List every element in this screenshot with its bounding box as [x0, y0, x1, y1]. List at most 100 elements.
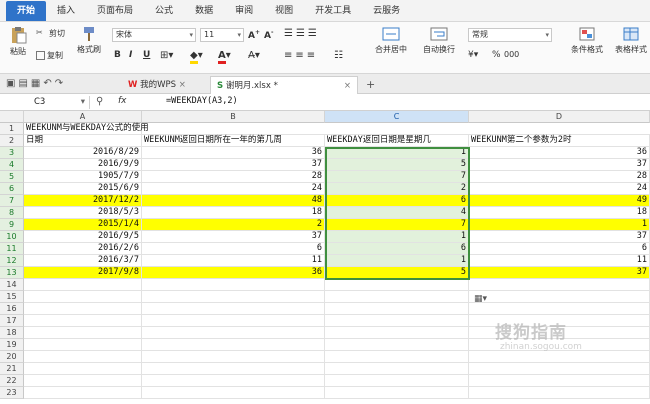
row-header-18[interactable]: 18 [0, 327, 24, 339]
row-header-12[interactable]: 12 [0, 255, 24, 267]
column-header-d[interactable]: D [469, 111, 650, 123]
select-all-corner[interactable] [0, 111, 24, 123]
row-header-5[interactable]: 5 [0, 171, 24, 183]
increase-font-button[interactable]: A+ [248, 29, 260, 41]
column-header-b[interactable]: B [142, 111, 325, 123]
decrease-font-button[interactable]: A- [264, 29, 273, 41]
align-top-group[interactable]: ☰☰☰ [284, 28, 320, 39]
data-cell[interactable]: 5 [325, 159, 469, 171]
row-header-23[interactable]: 23 [0, 387, 24, 399]
cell[interactable] [24, 291, 142, 303]
paste-options-icon[interactable]: ▦▾ [474, 294, 487, 304]
thousands-button[interactable]: 000 [504, 50, 519, 59]
cell[interactable] [142, 279, 325, 291]
menu-tab-formulas[interactable]: 公式 [144, 1, 184, 21]
data-cell[interactable]: 28 [469, 171, 650, 183]
formula-input[interactable]: =WEEKDAY(A3,2) [166, 96, 238, 106]
row-header-19[interactable]: 19 [0, 339, 24, 351]
data-cell[interactable]: 7 [325, 171, 469, 183]
cell[interactable] [325, 291, 469, 303]
cell[interactable] [24, 363, 142, 375]
new-tab-button[interactable]: + [360, 76, 381, 94]
cell[interactable] [325, 327, 469, 339]
conditional-format-button[interactable]: 条件格式 [564, 26, 610, 55]
format-painter-button[interactable]: 格式刷 [74, 26, 104, 55]
data-cell[interactable]: 36 [469, 147, 650, 159]
cell[interactable] [325, 339, 469, 351]
font-size-select[interactable]: 11 ▾ [200, 28, 244, 42]
cell[interactable] [469, 291, 650, 303]
data-cell[interactable]: 28 [142, 171, 325, 183]
data-cell[interactable]: 24 [142, 183, 325, 195]
tab-my-wps[interactable]: W 我的WPS × [122, 76, 192, 94]
cell[interactable] [325, 351, 469, 363]
name-box[interactable]: C3 ▾ [4, 96, 90, 109]
align-horizontal-group[interactable]: ≡≡≡ [284, 50, 318, 61]
cell[interactable] [469, 279, 650, 291]
data-cell[interactable]: 2016/9/5 [24, 231, 142, 243]
row-header-22[interactable]: 22 [0, 375, 24, 387]
data-cell[interactable]: 4 [325, 207, 469, 219]
cell[interactable] [142, 303, 325, 315]
data-cell[interactable]: 11 [469, 255, 650, 267]
row-header-1[interactable]: 1 [0, 123, 24, 135]
fx-icon[interactable]: fx [118, 96, 127, 106]
menu-tab-insert[interactable]: 插入 [46, 1, 86, 21]
header-cell[interactable]: WEEKDAY返回日期是星期几 [325, 135, 469, 147]
cell[interactable] [142, 339, 325, 351]
data-cell[interactable]: 37 [469, 231, 650, 243]
cell[interactable] [325, 279, 469, 291]
data-cell[interactable]: 37 [469, 267, 650, 279]
cell[interactable] [325, 315, 469, 327]
cell[interactable] [142, 123, 325, 135]
data-cell[interactable]: 18 [142, 207, 325, 219]
row-header-6[interactable]: 6 [0, 183, 24, 195]
data-cell[interactable]: 48 [142, 195, 325, 207]
menu-tab-developer[interactable]: 开发工具 [304, 1, 362, 21]
close-icon[interactable]: × [344, 77, 351, 95]
data-cell[interactable]: 37 [469, 159, 650, 171]
data-cell[interactable]: 2015/1/4 [24, 219, 142, 231]
row-header-3[interactable]: 3 [0, 147, 24, 159]
wrap-text-button[interactable]: 自动换行 [418, 26, 460, 55]
quick-access-toolbar[interactable]: ▣▤▦↶↷ [6, 78, 66, 89]
cell[interactable] [469, 123, 650, 135]
column-header-a[interactable]: A [24, 111, 142, 123]
column-header-c[interactable]: C [325, 111, 469, 123]
justify-button[interactable]: ☷ [334, 50, 343, 61]
cell[interactable] [24, 327, 142, 339]
merge-center-button[interactable]: 合并居中 [370, 26, 412, 55]
font-name-select[interactable]: 宋体 ▾ [112, 28, 196, 42]
row-header-9[interactable]: 9 [0, 219, 24, 231]
cell[interactable] [24, 387, 142, 399]
cell[interactable] [469, 363, 650, 375]
tab-current-file[interactable]: S 谢明月.xlsx * × [210, 76, 358, 94]
cell[interactable] [142, 315, 325, 327]
cell[interactable] [24, 279, 142, 291]
row-header-8[interactable]: 8 [0, 207, 24, 219]
data-cell[interactable]: 7 [325, 219, 469, 231]
zoom-icon[interactable]: ⚲ [96, 96, 103, 107]
currency-button[interactable]: ¥▾ [468, 50, 478, 60]
row-header-15[interactable]: 15 [0, 291, 24, 303]
cell[interactable] [142, 387, 325, 399]
row-header-2[interactable]: 2 [0, 135, 24, 147]
close-icon[interactable]: × [179, 80, 186, 90]
data-cell[interactable]: 6 [325, 243, 469, 255]
table-style-button[interactable]: 表格样式 [612, 26, 650, 55]
menu-tab-home[interactable]: 开始 [6, 1, 47, 21]
data-cell[interactable]: 37 [142, 231, 325, 243]
italic-button[interactable]: I [129, 50, 132, 60]
data-cell[interactable]: 2 [142, 219, 325, 231]
data-cell[interactable]: 1 [469, 219, 650, 231]
data-cell[interactable]: 2016/3/7 [24, 255, 142, 267]
data-cell[interactable]: 1 [325, 147, 469, 159]
header-cell[interactable]: WEEKUNM返回日期所在一年的第几周 [142, 135, 325, 147]
font-color-button[interactable]: A▾ [218, 50, 231, 64]
data-cell[interactable]: 37 [142, 159, 325, 171]
header-cell[interactable]: 日期 [24, 135, 142, 147]
clear-format-button[interactable]: A̶▾ [248, 50, 260, 61]
menu-tab-review[interactable]: 审阅 [224, 1, 264, 21]
data-cell[interactable]: 2017/12/2 [24, 195, 142, 207]
cut-button[interactable]: ✂ 剪切 [36, 28, 65, 39]
